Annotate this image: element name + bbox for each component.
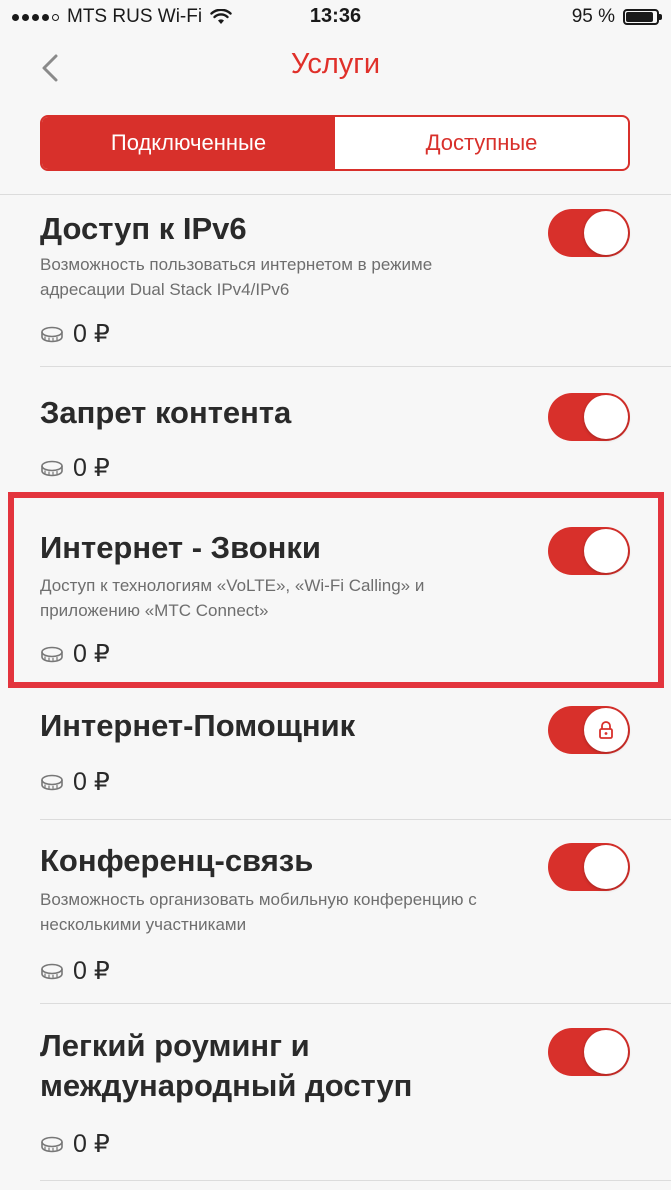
segmented-control: Подключенные Доступные xyxy=(40,115,630,171)
battery-fill xyxy=(626,12,653,22)
coins-icon xyxy=(41,1136,63,1153)
service-toggle[interactable] xyxy=(548,706,630,754)
tab-available[interactable]: Доступные xyxy=(335,117,628,169)
service-title: Легкий роуминг и международный доступ xyxy=(40,1028,413,1103)
divider xyxy=(40,819,671,820)
price-value: 0 ₽ xyxy=(73,1130,110,1158)
service-toggle[interactable] xyxy=(548,843,630,891)
list-item: Конференц-связь Возможность организовать… xyxy=(0,821,671,1004)
price-value: 0 ₽ xyxy=(73,957,110,985)
divider xyxy=(40,1180,671,1181)
toggle-knob xyxy=(584,1030,628,1074)
coins-icon xyxy=(41,774,63,791)
status-time: 13:36 xyxy=(309,5,362,27)
battery-percent: 95 % xyxy=(571,6,615,27)
list-item: Доступ к IPv6 Возможность пользоваться и… xyxy=(0,195,671,367)
list-item: Интернет-Помощник 0 ₽ xyxy=(0,691,671,821)
service-title: Конференц-связь xyxy=(40,843,314,878)
service-price: 0 ₽ xyxy=(40,319,110,349)
service-toggle[interactable] xyxy=(548,1028,630,1076)
service-price: 0 ₽ xyxy=(40,767,110,797)
service-title: Запрет контента xyxy=(40,395,292,430)
service-description: Возможность пользоваться интернетом в ре… xyxy=(40,255,433,299)
battery-icon xyxy=(623,9,662,25)
status-bar: MTS RUS Wi-Fi 13:36 95 % xyxy=(0,0,671,34)
nav-bar: Услуги xyxy=(0,34,671,104)
service-toggle[interactable] xyxy=(548,393,630,441)
highlight-frame xyxy=(8,492,664,688)
coins-icon xyxy=(41,460,63,477)
toggle-knob xyxy=(584,395,628,439)
toggle-knob xyxy=(584,211,628,255)
list-item: Легкий роуминг и международный доступ 0 … xyxy=(0,1004,671,1189)
service-description: Возможность организовать мобильную конфе… xyxy=(40,890,477,934)
list-item: Запрет контента 0 ₽ xyxy=(0,367,671,491)
toggle-knob xyxy=(584,845,628,889)
service-price: 0 ₽ xyxy=(40,1129,110,1159)
coins-icon xyxy=(41,326,63,343)
status-right: 95 % xyxy=(571,6,662,28)
coins-icon xyxy=(41,963,63,980)
tab-connected[interactable]: Подключенные xyxy=(42,117,335,169)
service-toggle[interactable] xyxy=(548,209,630,257)
service-title: Интернет-Помощник xyxy=(40,708,356,743)
service-title: Доступ к IPv6 xyxy=(40,211,247,246)
service-price: 0 ₽ xyxy=(40,453,110,483)
toggle-knob xyxy=(584,708,628,752)
service-price: 0 ₽ xyxy=(40,956,110,986)
page-title: Услуги xyxy=(290,48,381,80)
price-value: 0 ₽ xyxy=(73,454,110,482)
price-value: 0 ₽ xyxy=(73,320,110,348)
lock-icon xyxy=(599,721,613,739)
price-value: 0 ₽ xyxy=(73,768,110,796)
